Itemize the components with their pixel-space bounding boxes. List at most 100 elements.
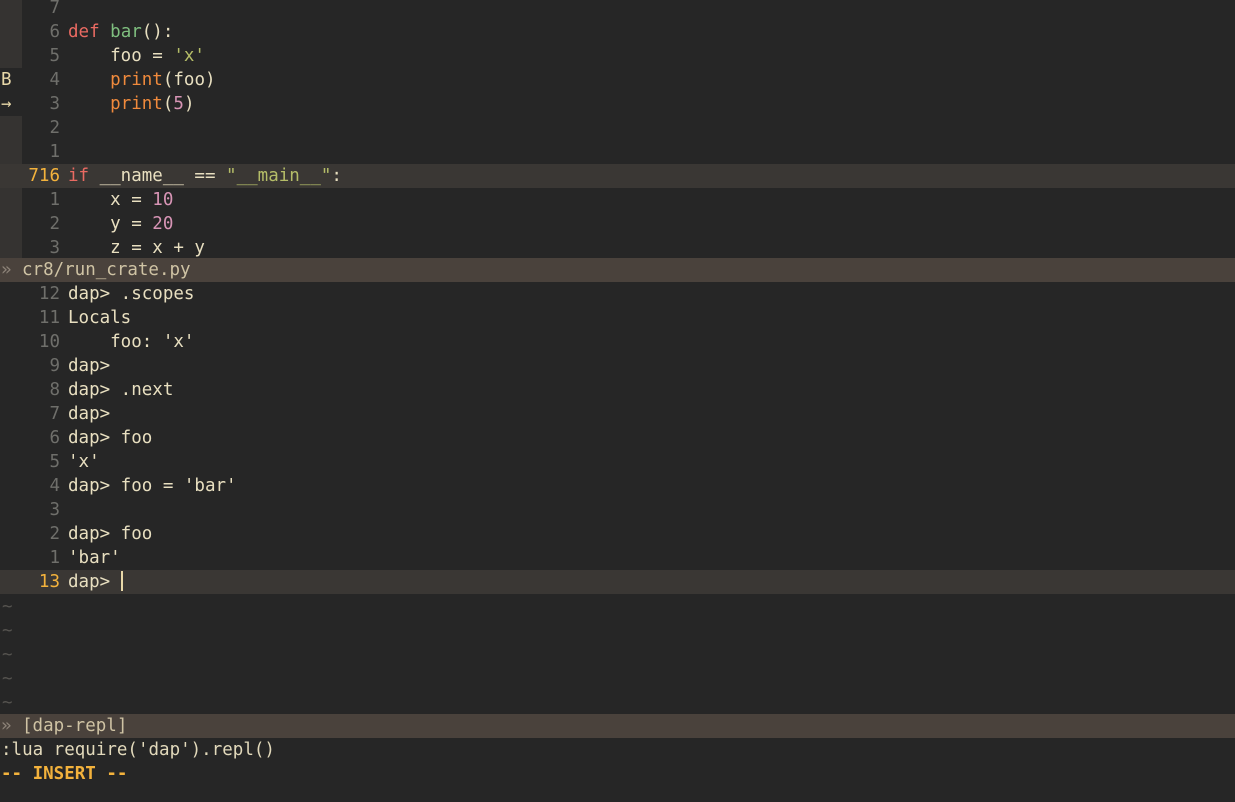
- code-text: x = 10: [68, 188, 1235, 212]
- editor-line[interactable]: 1 x = 10: [0, 188, 1235, 212]
- source-editor-pane[interactable]: 7 6 def bar(): 5 foo = 'x' B 4 print(foo) → 3…: [0, 0, 1235, 262]
- editor-line[interactable]: 2 y = 20: [0, 212, 1235, 236]
- sign-column-cell: [0, 354, 22, 378]
- repl-line[interactable]: 1 'bar': [0, 546, 1235, 570]
- sign-column-cell: [0, 570, 22, 594]
- editor-line[interactable]: 6 def bar():: [0, 20, 1235, 44]
- text-cursor: [120, 571, 123, 591]
- repl-line[interactable]: 10 foo: 'x': [0, 330, 1235, 354]
- repl-text: 'x': [68, 452, 100, 472]
- code-text: y = 20: [68, 212, 1235, 236]
- sign-column-cell: [0, 282, 22, 306]
- code-text: foo = 'x': [68, 44, 1235, 68]
- command-line[interactable]: :lua require('dap').repl(): [0, 738, 1235, 762]
- chevron-icon: »: [1, 260, 12, 280]
- code-text: z = x + y: [68, 236, 1235, 260]
- repl-line[interactable]: 8 dap> .next: [0, 378, 1235, 402]
- line-number: 5: [49, 46, 60, 66]
- line-number: 4: [49, 70, 60, 90]
- repl-text: dap> foo: [68, 524, 153, 544]
- repl-line[interactable]: 2 dap> foo: [0, 522, 1235, 546]
- sign-column-cell: [0, 522, 22, 546]
- editor-line[interactable]: 1: [0, 140, 1235, 164]
- sign-column-cell: [0, 546, 22, 570]
- editor-line[interactable]: → 3 print(5): [0, 92, 1235, 116]
- editor-line[interactable]: 7: [0, 0, 1235, 20]
- line-number: 11: [38, 308, 60, 328]
- line-number: 1: [49, 142, 60, 162]
- code-text: def bar():: [68, 20, 1235, 44]
- sign-column-cell: [0, 212, 22, 236]
- sign-column-cell: [0, 330, 22, 354]
- code-token: bar: [110, 22, 142, 42]
- code-token: print: [110, 94, 163, 114]
- editor-buffer-name: cr8/run_crate.py: [22, 260, 191, 280]
- sign-column-cell: [0, 378, 22, 402]
- breakpoint-icon[interactable]: B: [0, 68, 22, 92]
- sign-column-cell: [0, 306, 22, 330]
- repl-line[interactable]: 13 dap>: [0, 570, 1235, 594]
- editor-statusline: » cr8/run_crate.py: [0, 258, 1235, 282]
- sign-column-cell: [0, 236, 22, 260]
- code-token: foo =: [68, 46, 174, 66]
- repl-text: dap>: [68, 571, 123, 592]
- code-token: def: [68, 22, 111, 42]
- repl-line[interactable]: 9 dap>: [0, 354, 1235, 378]
- line-number: 1: [49, 548, 60, 568]
- repl-text: dap> foo = 'bar': [68, 476, 237, 496]
- empty-line-markers: ~ ~ ~ ~ ~: [0, 595, 1235, 713]
- code-text: print(foo): [68, 68, 1235, 92]
- line-number: 1: [49, 190, 60, 210]
- sign-column-cell: [0, 0, 22, 20]
- repl-line[interactable]: 3: [0, 498, 1235, 522]
- sign-column-cell: [0, 426, 22, 450]
- repl-text: dap>: [68, 356, 111, 376]
- code-token: 5: [173, 94, 184, 114]
- code-token: (foo): [162, 70, 216, 90]
- repl-line[interactable]: 5 'x': [0, 450, 1235, 474]
- code-token: print: [110, 70, 163, 90]
- line-number: 716: [28, 166, 60, 186]
- code-text: print(5): [68, 92, 1235, 116]
- code-token: ): [183, 94, 195, 114]
- line-number: 9: [49, 356, 60, 376]
- editor-line[interactable]: 3 z = x + y: [0, 236, 1235, 260]
- repl-line[interactable]: 12 dap> .scopes: [0, 282, 1235, 306]
- repl-text: dap> foo: [68, 428, 153, 448]
- editor-line[interactable]: B 4 print(foo): [0, 68, 1235, 92]
- line-number: 10: [38, 332, 60, 352]
- tilde-marker: ~: [2, 693, 13, 713]
- repl-line[interactable]: 4 dap> foo = 'bar': [0, 474, 1235, 498]
- line-number: 2: [49, 118, 60, 138]
- sign-column-cell: [0, 44, 22, 68]
- line-number: 3: [49, 238, 60, 258]
- line-number: 13: [38, 572, 60, 592]
- code-token: 20: [152, 214, 174, 234]
- code-token: 10: [152, 190, 174, 210]
- editor-line[interactable]: 716 if __name__ == "__main__":: [0, 164, 1235, 188]
- tilde-marker: ~: [2, 597, 13, 617]
- code-token: y =: [68, 214, 153, 234]
- sign-column-cell: [0, 498, 22, 522]
- line-number: 6: [49, 22, 60, 42]
- code-token: :: [331, 166, 342, 186]
- line-number: 7: [49, 0, 60, 18]
- repl-buffer-name: [dap-repl]: [22, 716, 128, 736]
- repl-text: dap>: [68, 404, 111, 424]
- repl-text: 'bar': [68, 548, 121, 568]
- repl-line[interactable]: 7 dap>: [0, 402, 1235, 426]
- repl-text: foo: 'x': [68, 332, 195, 352]
- repl-line[interactable]: 6 dap> foo: [0, 426, 1235, 450]
- line-number: 5: [49, 452, 60, 472]
- editor-line[interactable]: 2: [0, 116, 1235, 140]
- current-frame-arrow-icon[interactable]: →: [0, 92, 22, 116]
- line-number: 8: [49, 380, 60, 400]
- repl-text: Locals: [68, 308, 132, 328]
- repl-line[interactable]: 11 Locals: [0, 306, 1235, 330]
- repl-statusline: » [dap-repl]: [0, 714, 1235, 738]
- sign-column-cell: [0, 164, 22, 188]
- code-token: 'x': [173, 46, 205, 66]
- editor-line[interactable]: 5 foo = 'x': [0, 44, 1235, 68]
- neovim-window: 7 6 def bar(): 5 foo = 'x' B 4 print(foo) → 3…: [0, 0, 1235, 802]
